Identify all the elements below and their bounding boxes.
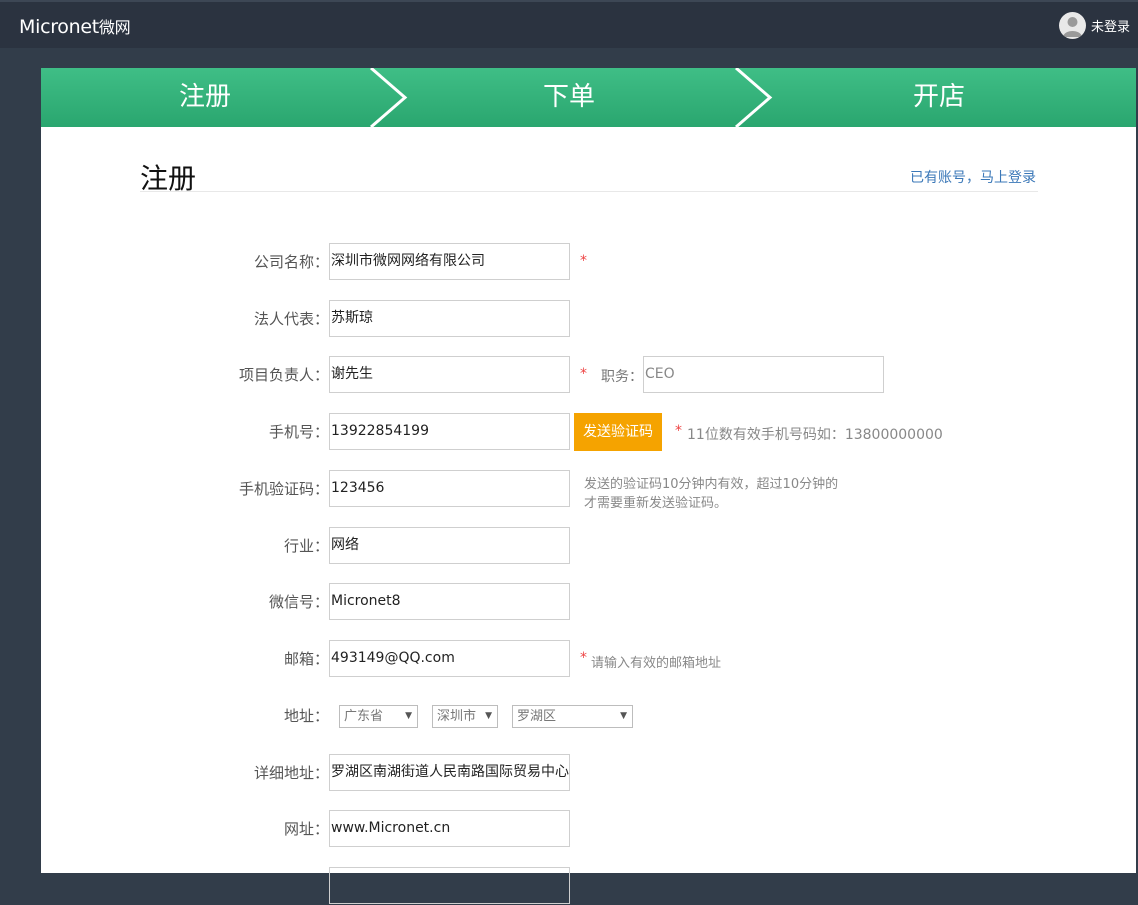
detail-address-label: 详细地址： [253,764,329,782]
required-mark: * [675,423,682,439]
step-open-store: 开店 [912,82,965,112]
brand-name: Micronet [19,16,99,38]
wechat-row: 微信号： Micronet8 [41,583,1136,621]
detail-address-input[interactable]: 罗湖区南湖街道人民南路国际贸易中心大厦 [329,754,570,791]
district-value: 罗湖区 [517,709,557,724]
website-label: 网址： [283,820,329,838]
legal-input[interactable]: 苏斯琼 [329,300,570,337]
phone-row: 手机号： 13922854199 发送验证码 * 11位数有效手机号码如：138… [41,413,1136,451]
email-row: 邮箱： 493149@QQ.com * 请输入有效的邮箱地址 [41,640,1136,678]
progress-steps: 注册 下单 开店 [41,68,1136,127]
step-chevron-icon [735,68,773,127]
position-input[interactable]: CEO [643,356,884,393]
province-value: 广东省 [344,709,384,724]
code-label: 手机验证码： [238,480,329,498]
legal-row: 法人代表： 苏斯琼 [41,300,1136,338]
user-menu[interactable]: 未登录 [1058,10,1130,40]
login-status: 未登录 [1090,19,1130,35]
address-label: 地址： [283,707,329,725]
wechat-label: 微信号： [268,593,329,611]
manager-label: 项目负责人： [238,366,329,384]
email-input[interactable]: 493149@QQ.com [329,640,570,677]
login-link[interactable]: 已有账号，马上登录 [910,167,1036,187]
step-chevron-icon [370,68,408,127]
phone-label: 手机号： [268,423,329,441]
email-label: 邮箱： [283,650,329,668]
phone-input[interactable]: 13922854199 [329,413,570,450]
company-row: 公司名称： 深圳市微网网络有限公司 * [41,243,1136,281]
legal-label: 法人代表： [253,310,329,328]
code-hint-line2: 才需要重新发送验证码。 [584,496,728,511]
district-select[interactable]: 罗湖区 ▼ [512,705,633,728]
wechat-input[interactable]: Micronet8 [329,583,570,620]
code-hint-line1: 发送的验证码10分钟内有效，超过10分钟的 [584,477,839,492]
position-label: 职务： [601,369,643,385]
province-select[interactable]: 广东省 ▼ [339,705,418,728]
industry-row: 行业： 网络 [41,527,1136,565]
required-mark: * [580,650,587,666]
detail-address-row: 详细地址： 罗湖区南湖街道人民南路国际贸易中心大厦 [41,754,1136,792]
required-mark: * [580,253,587,269]
top-navbar: Micronet微网 未登录 [0,0,1138,48]
required-mark: * [580,366,587,382]
code-row: 手机验证码： 123456 发送的验证码10分钟内有效，超过10分钟的 才需要重… [41,470,1136,511]
manager-row: 项目负责人： 谢先生 * 职务： CEO [41,356,1136,394]
manager-input[interactable]: 谢先生 [329,356,570,393]
brand-logo[interactable]: Micronet微网 [19,14,131,38]
code-input[interactable]: 123456 [329,470,570,507]
phone-hint: 11位数有效手机号码如：13800000000 [687,427,943,443]
website-row: 网址： www.Micronet.cn [41,810,1136,848]
dropdown-arrow-icon: ▼ [405,711,412,721]
website-input[interactable]: www.Micronet.cn [329,810,570,847]
step-register: 注册 [178,82,231,112]
registration-panel: 注册 已有账号，马上登录 公司名称： 深圳市微网网络有限公司 * 法人代表： 苏… [41,127,1136,904]
email-hint: 请输入有效的邮箱地址 [591,656,722,671]
dropdown-arrow-icon: ▼ [485,711,492,721]
dropdown-arrow-icon: ▼ [620,711,627,721]
step-order: 下单 [542,82,595,112]
industry-label: 行业： [283,537,329,555]
company-label: 公司名称： [253,253,329,271]
city-value: 深圳市 [437,709,477,724]
divider [140,191,1038,192]
address-row: 地址： 广东省 ▼ 深圳市 ▼ 罗湖区 ▼ [41,697,1136,735]
company-input[interactable]: 深圳市微网网络有限公司 [329,243,570,280]
send-code-button[interactable]: 发送验证码 [574,413,662,451]
industry-input[interactable]: 网络 [329,527,570,564]
city-select[interactable]: 深圳市 ▼ [432,705,498,728]
brand-name-cn: 微网 [98,18,131,37]
user-avatar-icon [1058,11,1086,39]
